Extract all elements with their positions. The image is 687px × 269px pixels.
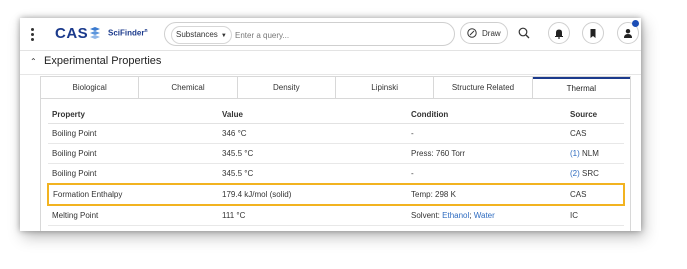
tab-biological[interactable]: Biological	[41, 77, 140, 99]
source-name: CAS	[570, 190, 587, 199]
cell-property: Boiling Point	[48, 143, 218, 164]
table-row: Boiling Point 345.5 °C Press: 760 Torr (…	[48, 143, 624, 164]
cell-source: CAS	[566, 183, 625, 206]
cell-condition: -	[407, 123, 566, 144]
app-window: CAS SciFindern Substances▼ Draw	[20, 18, 641, 231]
tab-thermal[interactable]: Thermal	[532, 77, 630, 99]
column-header-source[interactable]: Source	[566, 105, 624, 124]
draw-label: Draw	[482, 29, 501, 38]
column-header-property[interactable]: Property	[48, 105, 218, 124]
source-name: NLM	[582, 149, 599, 158]
table-row: Melting Point 111 °C Solvent: Ethanol; W…	[48, 205, 624, 226]
search-input[interactable]	[233, 26, 437, 44]
source-name: CAS	[570, 129, 587, 138]
section-title: Experimental Properties	[44, 55, 162, 67]
section-header[interactable]: ⌃ Experimental Properties	[30, 55, 161, 67]
tab-structure-related[interactable]: Structure Related	[434, 77, 533, 99]
source-reference-link[interactable]: (1)	[570, 149, 580, 158]
bookmark-icon	[590, 29, 596, 38]
source-name: SRC	[582, 169, 599, 178]
tab-density[interactable]: Density	[238, 77, 336, 99]
column-header-value[interactable]: Value	[218, 105, 407, 124]
cell-source: CAS	[566, 123, 624, 144]
chevron-up-icon: ⌃	[30, 57, 37, 66]
column-header-condition[interactable]: Condition	[407, 105, 566, 124]
cell-property: Boiling Point	[48, 163, 218, 185]
cell-property: Formation Enthalpy	[47, 183, 218, 206]
section-divider	[20, 74, 641, 75]
product-name-text: SciFinder	[108, 28, 145, 38]
cell-source: (1) NLM	[566, 143, 624, 164]
tab-lipinski[interactable]: Lipinski	[336, 77, 435, 99]
cell-condition: -	[407, 163, 566, 185]
product-name: SciFindern	[108, 28, 148, 38]
top-bar: CAS SciFindern Substances▼ Draw	[20, 18, 641, 51]
search-type-label: Substances	[176, 30, 218, 39]
cell-condition: Press: 760 Torr	[407, 143, 566, 164]
condition-prefix: Solvent:	[411, 211, 440, 220]
bookmarks-button[interactable]	[582, 22, 604, 44]
table-row: Boiling Point 345.5 °C - (2) SRC	[48, 163, 624, 185]
draw-icon	[467, 28, 477, 38]
chevron-down-icon: ▼	[220, 33, 227, 39]
more-menu-icon[interactable]	[31, 28, 35, 42]
cell-value: 346 °C	[218, 123, 407, 144]
table-header-row: Property Value Condition Source	[48, 105, 624, 124]
thermal-properties-panel: Property Value Condition Source Boiling …	[40, 98, 631, 231]
notifications-button[interactable]	[548, 22, 570, 44]
cell-source: (2) SRC	[566, 163, 624, 185]
cell-condition: Solvent: Ethanol; Water	[407, 205, 566, 226]
cell-value: 345.5 °C	[218, 163, 407, 185]
solvent-link-water[interactable]: Water	[474, 211, 495, 220]
cell-property: Boiling Point	[48, 123, 218, 144]
product-name-mark: n	[144, 28, 148, 34]
cell-condition: Temp: 298 K	[407, 183, 566, 206]
user-account-button[interactable]	[617, 20, 639, 44]
search-button[interactable]	[513, 22, 535, 44]
cell-value: 179.4 kJ/mol (solid)	[218, 183, 407, 206]
bell-icon	[555, 29, 563, 39]
search-bar: Substances ▼	[164, 22, 455, 46]
source-reference-link[interactable]: (2)	[570, 169, 580, 178]
solvent-link-ethanol[interactable]: Ethanol	[442, 211, 469, 220]
search-icon	[518, 27, 530, 39]
cell-value: 345.5 °C	[218, 143, 407, 164]
search-type-select[interactable]: Substances ▼	[171, 26, 232, 44]
user-icon	[624, 29, 632, 38]
properties-table: Property Value Condition Source Boiling …	[47, 105, 625, 226]
cas-logo[interactable]: CAS	[55, 25, 88, 42]
table-row-highlighted: Formation Enthalpy 179.4 kJ/mol (solid) …	[47, 183, 625, 206]
table-row: Boiling Point 346 °C - CAS	[48, 123, 624, 144]
cell-property: Melting Point	[48, 205, 218, 226]
draw-button[interactable]: Draw	[460, 22, 508, 44]
scifinder-logo-mark-icon	[90, 27, 100, 39]
notification-dot	[632, 20, 639, 27]
source-name: IC	[570, 211, 578, 220]
cell-value: 111 °C	[218, 205, 407, 226]
tab-chemical[interactable]: Chemical	[139, 77, 238, 99]
property-tabs: Biological Chemical Density Lipinski Str…	[40, 76, 631, 99]
cell-source: IC	[566, 205, 624, 226]
